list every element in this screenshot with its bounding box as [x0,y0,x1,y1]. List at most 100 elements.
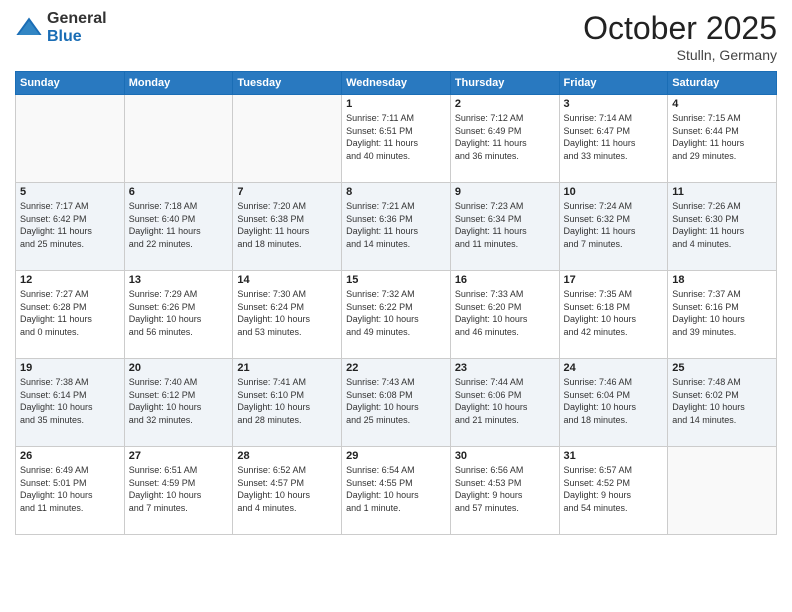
logo-icon [15,14,43,42]
day-cell-4: 4 Sunrise: 7:15 AM Sunset: 6:44 PM Daylig… [668,95,777,183]
day-info: Sunrise: 6:57 AM Sunset: 4:52 PM Dayligh… [564,464,664,514]
day-cell-17: 17Sunrise: 7:35 AM Sunset: 6:18 PM Dayli… [559,271,668,359]
day-cell-30: 30 Sunrise: 6:56 AM Sunset: 4:53 PM Dayli… [450,447,559,535]
day-cell-16: 16Sunrise: 7:33 AM Sunset: 6:20 PM Dayli… [450,271,559,359]
day-number: 11 [672,186,772,198]
logo-blue-text: Blue [47,28,107,46]
day-number: 7 [237,186,337,198]
day-cell-28: 28 Sunrise: 6:52 AM Sunset: 4:57 PM Dayli… [233,447,342,535]
title-area: October 2025 Stulln, Germany [583,10,777,63]
day-info: Sunrise: 7:23 AM Sunset: 6:34 PM Dayligh… [455,200,555,250]
day-header-tuesday: Tuesday [233,72,342,95]
day-info: Sunrise: 6:52 AM Sunset: 4:57 PM Dayligh… [237,464,337,514]
day-info: Sunrise: 7:18 AM Sunset: 6:40 PM Dayligh… [129,200,229,250]
day-cell-24: 24 Sunrise: 7:46 AM Sunset: 6:04 PM Dayli… [559,359,668,447]
day-info: Sunrise: 7:30 AM Sunset: 6:24 PM Dayligh… [237,288,337,338]
day-info: Sunrise: 7:24 AM Sunset: 6:32 PM Dayligh… [564,200,664,250]
month-title: October 2025 [583,10,777,47]
day-number: 24 [564,362,664,374]
day-number: 15 [346,274,446,286]
calendar-table: SundayMondayTuesdayWednesdayThursdayFrid… [15,71,777,535]
day-cell-14: 14Sunrise: 7:30 AM Sunset: 6:24 PM Dayli… [233,271,342,359]
day-number: 27 [129,450,229,462]
header: General Blue October 2025 Stulln, German… [15,10,777,63]
day-number: 4 [672,98,772,110]
day-cell-25: 25 Sunrise: 7:48 AM Sunset: 6:02 PM Dayli… [668,359,777,447]
day-number: 25 [672,362,772,374]
week-row-4: 19 Sunrise: 7:38 AM Sunset: 6:14 PM Dayli… [16,359,777,447]
logo-general-text: General [47,10,107,28]
day-number: 18 [672,274,772,286]
day-cell-12: 12 Sunrise: 7:27 AM Sunset: 6:28 PM Dayli… [16,271,125,359]
day-info: Sunrise: 7:26 AM Sunset: 6:30 PM Dayligh… [672,200,772,250]
day-cell-18: 18 Sunrise: 7:37 AM Sunset: 6:16 PM Dayli… [668,271,777,359]
day-info: Sunrise: 7:27 AM Sunset: 6:28 PM Dayligh… [20,288,120,338]
day-number: 30 [455,450,555,462]
day-header-sunday: Sunday [16,72,125,95]
day-cell-19: 19 Sunrise: 7:38 AM Sunset: 6:14 PM Dayli… [16,359,125,447]
day-info: Sunrise: 7:40 AM Sunset: 6:12 PM Dayligh… [129,376,229,426]
week-row-1: 1Sunrise: 7:11 AM Sunset: 6:51 PM Daylig… [16,95,777,183]
day-number: 21 [237,362,337,374]
day-info: Sunrise: 7:33 AM Sunset: 6:20 PM Dayligh… [455,288,555,338]
day-cell-31: 31 Sunrise: 6:57 AM Sunset: 4:52 PM Dayli… [559,447,668,535]
week-row-5: 26Sunrise: 6:49 AM Sunset: 5:01 PM Dayli… [16,447,777,535]
logo-text: General Blue [47,10,107,45]
empty-cell [16,95,125,183]
day-info: Sunrise: 7:32 AM Sunset: 6:22 PM Dayligh… [346,288,446,338]
day-cell-1: 1Sunrise: 7:11 AM Sunset: 6:51 PM Daylig… [342,95,451,183]
day-info: Sunrise: 7:41 AM Sunset: 6:10 PM Dayligh… [237,376,337,426]
day-number: 3 [564,98,664,110]
day-header-friday: Friday [559,72,668,95]
day-cell-10: 10 Sunrise: 7:24 AM Sunset: 6:32 PM Dayli… [559,183,668,271]
day-header-saturday: Saturday [668,72,777,95]
day-number: 19 [20,362,120,374]
day-info: Sunrise: 7:37 AM Sunset: 6:16 PM Dayligh… [672,288,772,338]
day-cell-21: 21 Sunrise: 7:41 AM Sunset: 6:10 PM Dayli… [233,359,342,447]
day-cell-7: 7 Sunrise: 7:20 AM Sunset: 6:38 PM Daylig… [233,183,342,271]
day-info: Sunrise: 7:15 AM Sunset: 6:44 PM Dayligh… [672,112,772,162]
day-number: 31 [564,450,664,462]
day-number: 9 [455,186,555,198]
day-info: Sunrise: 7:14 AM Sunset: 6:47 PM Dayligh… [564,112,664,162]
day-cell-27: 27 Sunrise: 6:51 AM Sunset: 4:59 PM Dayli… [124,447,233,535]
day-info: Sunrise: 7:48 AM Sunset: 6:02 PM Dayligh… [672,376,772,426]
day-number: 8 [346,186,446,198]
logo: General Blue [15,10,107,45]
empty-cell [124,95,233,183]
week-row-3: 12 Sunrise: 7:27 AM Sunset: 6:28 PM Dayli… [16,271,777,359]
day-info: Sunrise: 6:51 AM Sunset: 4:59 PM Dayligh… [129,464,229,514]
day-cell-6: 6Sunrise: 7:18 AM Sunset: 6:40 PM Daylig… [124,183,233,271]
day-number: 1 [346,98,446,110]
day-info: Sunrise: 6:56 AM Sunset: 4:53 PM Dayligh… [455,464,555,514]
day-number: 29 [346,450,446,462]
day-cell-9: 9 Sunrise: 7:23 AM Sunset: 6:34 PM Daylig… [450,183,559,271]
day-number: 22 [346,362,446,374]
day-info: Sunrise: 6:54 AM Sunset: 4:55 PM Dayligh… [346,464,446,514]
day-header-monday: Monday [124,72,233,95]
day-info: Sunrise: 7:20 AM Sunset: 6:38 PM Dayligh… [237,200,337,250]
day-header-thursday: Thursday [450,72,559,95]
day-number: 17 [564,274,664,286]
day-info: Sunrise: 7:46 AM Sunset: 6:04 PM Dayligh… [564,376,664,426]
day-header-wednesday: Wednesday [342,72,451,95]
day-cell-5: 5 Sunrise: 7:17 AM Sunset: 6:42 PM Daylig… [16,183,125,271]
day-info: Sunrise: 7:44 AM Sunset: 6:06 PM Dayligh… [455,376,555,426]
day-info: Sunrise: 7:21 AM Sunset: 6:36 PM Dayligh… [346,200,446,250]
day-header-row: SundayMondayTuesdayWednesdayThursdayFrid… [16,72,777,95]
location: Stulln, Germany [583,47,777,63]
empty-cell [668,447,777,535]
day-cell-20: 20Sunrise: 7:40 AM Sunset: 6:12 PM Dayli… [124,359,233,447]
day-info: Sunrise: 6:49 AM Sunset: 5:01 PM Dayligh… [20,464,120,514]
day-info: Sunrise: 7:38 AM Sunset: 6:14 PM Dayligh… [20,376,120,426]
day-info: Sunrise: 7:17 AM Sunset: 6:42 PM Dayligh… [20,200,120,250]
day-number: 28 [237,450,337,462]
day-number: 13 [129,274,229,286]
day-cell-26: 26Sunrise: 6:49 AM Sunset: 5:01 PM Dayli… [16,447,125,535]
week-row-2: 5 Sunrise: 7:17 AM Sunset: 6:42 PM Daylig… [16,183,777,271]
day-number: 12 [20,274,120,286]
page: General Blue October 2025 Stulln, German… [0,0,792,612]
day-number: 10 [564,186,664,198]
day-cell-2: 2Sunrise: 7:12 AM Sunset: 6:49 PM Daylig… [450,95,559,183]
day-number: 5 [20,186,120,198]
